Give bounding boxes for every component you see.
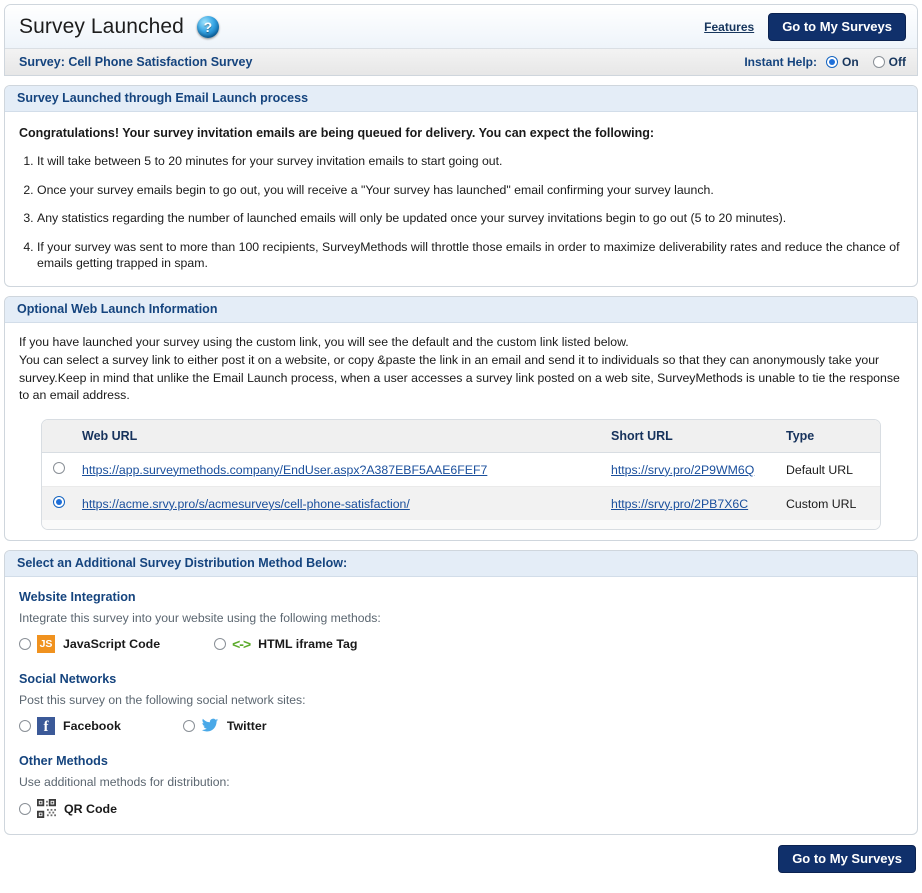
survey-urls-table-container: Web URL Short URL Type https://app.surve…	[41, 419, 881, 531]
javascript-icon-text: JS	[37, 635, 55, 654]
group-social-networks: Social Networks Post this survey on the …	[19, 672, 903, 736]
page-title: Survey Launched	[19, 14, 184, 38]
facebook-icon: f	[37, 717, 55, 736]
group-other-methods: Other Methods Use additional methods for…	[19, 754, 903, 819]
website-integration-options: JS JavaScript Code <-> HTML iframe Tag	[19, 635, 903, 654]
column-select	[42, 420, 76, 454]
default-short-url-link[interactable]: https://srvy.pro/2P9WM6Q	[611, 463, 754, 477]
page-header: Survey Launched Features Go to My Survey…	[4, 4, 918, 76]
instant-help-on-radio[interactable]	[826, 56, 838, 68]
twitter-label: Twitter	[226, 719, 267, 734]
facebook-radio[interactable]	[19, 720, 31, 733]
default-url-type: Default URL	[780, 452, 880, 488]
instant-help-on-label: On	[842, 55, 859, 69]
group-website-integration: Website Integration Integrate this surve…	[19, 590, 903, 654]
social-networks-subtitle: Post this survey on the following social…	[19, 693, 306, 708]
congratulations-text: Congratulations! Your survey invitation …	[19, 126, 655, 140]
social-networks-options: f Facebook Twitter	[19, 717, 903, 736]
optional-web-launch-heading: Optional Web Launch Information	[5, 296, 917, 323]
column-web-url: Web URL	[76, 420, 605, 454]
table-footer-strip	[42, 520, 880, 530]
optional-web-launch-body: If you have launched your survey using t…	[5, 323, 917, 540]
survey-urls-table-head: Web URL Short URL Type	[42, 420, 880, 454]
twitter-radio[interactable]	[182, 720, 195, 733]
row-web-url-cell[interactable]: https://app.surveymethods.company/EndUse…	[76, 452, 605, 488]
table-header-row: Web URL Short URL Type	[42, 420, 880, 454]
javascript-code-option[interactable]: JS JavaScript Code	[19, 635, 161, 654]
features-link[interactable]: Features	[704, 20, 754, 34]
header-sub-bar: Survey: Cell Phone Satisfaction Survey I…	[5, 48, 917, 75]
row-web-url-cell[interactable]: https://acme.srvy.pro/s/acmesurveys/cell…	[76, 486, 605, 521]
web-launch-paragraph-2: You can select a survey link to either p…	[19, 352, 900, 403]
other-methods-subtitle: Use additional methods for distribution:	[19, 775, 230, 790]
go-to-my-surveys-button-top[interactable]: Go to My Surveys	[768, 12, 906, 41]
column-short-url: Short URL	[605, 420, 780, 454]
distribution-methods-heading: Select an Additional Survey Distribution…	[5, 551, 917, 578]
row-short-url-cell[interactable]: https://srvy.pro/2PB7X6C	[605, 486, 780, 521]
custom-url-radio[interactable]	[53, 496, 65, 509]
instant-help-off-radio[interactable]	[872, 56, 885, 68]
distribution-methods-body: Website Integration Integrate this surve…	[5, 577, 917, 834]
survey-urls-table: Web URL Short URL Type https://app.surve…	[42, 420, 880, 521]
column-type: Type	[780, 420, 880, 454]
page-root: Survey Launched Features Go to My Survey…	[0, 4, 922, 893]
iframe-code-icon-text: <->	[232, 636, 251, 653]
twitter-option[interactable]: Twitter	[182, 718, 267, 734]
help-question-orb-icon[interactable]	[196, 15, 219, 38]
default-web-url-link[interactable]: https://app.surveymethods.company/EndUse…	[82, 463, 487, 477]
instant-help-on-option[interactable]: On	[826, 55, 859, 69]
iframe-code-icon: <->	[232, 636, 251, 653]
row-select-cell[interactable]	[42, 452, 76, 488]
other-methods-title: Other Methods	[19, 754, 108, 769]
instant-help-off-option[interactable]: Off	[872, 55, 906, 69]
email-launch-panel: Survey Launched through Email Launch pro…	[4, 85, 918, 287]
optional-web-launch-panel: Optional Web Launch Information If you h…	[4, 295, 918, 542]
custom-web-url-link[interactable]: https://acme.srvy.pro/s/acmesurveys/cell…	[82, 497, 410, 511]
instant-help-label: Instant Help:	[744, 55, 817, 69]
email-launch-panel-body: Congratulations! Your survey invitation …	[5, 112, 917, 286]
javascript-code-radio[interactable]	[19, 638, 31, 651]
survey-urls-table-body: https://app.surveymethods.company/EndUse…	[42, 452, 880, 521]
row-select-cell[interactable]	[42, 486, 76, 521]
qr-code-icon	[37, 799, 56, 819]
javascript-code-label: JavaScript Code	[63, 637, 161, 652]
list-item: Once your survey emails begin to go out,…	[37, 182, 903, 199]
social-networks-title: Social Networks	[19, 672, 117, 687]
other-methods-options: QR Code	[19, 799, 903, 819]
website-integration-title: Website Integration	[19, 590, 136, 605]
list-item: It will take between 5 to 20 minutes for…	[37, 153, 903, 170]
row-short-url-cell[interactable]: https://srvy.pro/2P9WM6Q	[605, 452, 780, 488]
html-iframe-radio[interactable]	[214, 638, 227, 651]
distribution-methods-panel: Select an Additional Survey Distribution…	[4, 550, 918, 836]
header-top-bar: Survey Launched Features Go to My Survey…	[5, 5, 917, 48]
twitter-bird-icon	[201, 718, 219, 734]
javascript-icon: JS	[37, 635, 55, 654]
go-to-my-surveys-button-bottom[interactable]: Go to My Surveys	[778, 845, 916, 874]
instant-help-off-label: Off	[888, 55, 906, 69]
table-row[interactable]: https://app.surveymethods.company/EndUse…	[42, 452, 880, 488]
facebook-label: Facebook	[63, 719, 121, 734]
default-url-radio[interactable]	[53, 462, 65, 475]
html-iframe-option[interactable]: <-> HTML iframe Tag	[214, 636, 358, 653]
html-iframe-label: HTML iframe Tag	[258, 637, 358, 652]
page-footer: Go to My Surveys	[0, 835, 922, 874]
list-item: If your survey was sent to more than 100…	[37, 239, 903, 272]
qr-code-radio[interactable]	[19, 802, 31, 815]
qr-code-label: QR Code	[64, 801, 118, 816]
email-launch-notes-list: It will take between 5 to 20 minutes for…	[19, 153, 903, 272]
custom-short-url-link[interactable]: https://srvy.pro/2PB7X6C	[611, 497, 748, 511]
facebook-icon-glyph: f	[37, 717, 55, 736]
list-item: Any statistics regarding the number of l…	[37, 210, 903, 227]
web-launch-paragraph-1: If you have launched your survey using t…	[19, 334, 629, 349]
custom-url-type: Custom URL	[780, 486, 880, 521]
facebook-option[interactable]: f Facebook	[19, 717, 121, 736]
table-row[interactable]: https://acme.srvy.pro/s/acmesurveys/cell…	[42, 486, 880, 521]
survey-name-label: Survey: Cell Phone Satisfaction Survey	[19, 55, 253, 69]
qr-code-option[interactable]: QR Code	[19, 799, 118, 819]
website-integration-subtitle: Integrate this survey into your website …	[19, 611, 381, 626]
email-launch-panel-heading: Survey Launched through Email Launch pro…	[5, 86, 917, 112]
